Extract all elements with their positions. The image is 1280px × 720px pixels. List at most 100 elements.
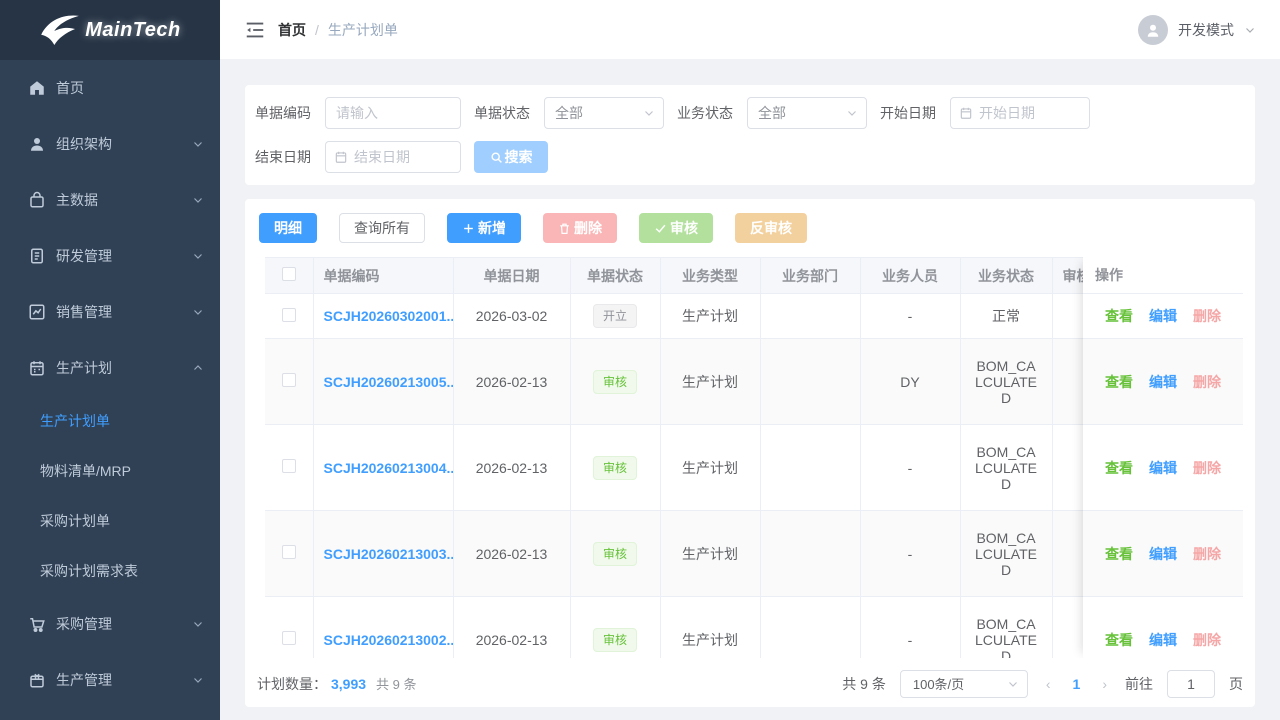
delete-link[interactable]: 删除	[1193, 630, 1221, 650]
sidebar-item-purchasing[interactable]: 采购管理	[0, 596, 220, 652]
cell-biz-person: -	[860, 294, 960, 339]
view-link[interactable]: 查看	[1105, 372, 1133, 392]
row-checkbox[interactable]	[282, 459, 296, 473]
data-table: 单据编码 单据日期 单据状态 业务类型 业务部门 业务人员 业务状态 审核 SC…	[265, 257, 1243, 658]
col-header-biz-person: 业务人员	[860, 258, 960, 294]
cell-biz-person: -	[860, 425, 960, 511]
doc-code-link[interactable]: SCJH20260213004...	[324, 460, 454, 476]
view-link[interactable]: 查看	[1105, 544, 1133, 564]
start-date-input[interactable]: 开始日期	[950, 97, 1090, 129]
page-size-select[interactable]: 100条/页	[900, 670, 1028, 698]
breadcrumb-current: 生产计划单	[328, 20, 398, 40]
end-date-input[interactable]: 结束日期	[325, 141, 461, 173]
page-number-1[interactable]: 1	[1069, 676, 1085, 692]
row-checkbox[interactable]	[282, 308, 296, 322]
view-link[interactable]: 查看	[1105, 306, 1133, 326]
goto-label: 前往	[1125, 674, 1153, 694]
cart-icon	[28, 615, 46, 633]
cell-biz-type: 生产计划	[660, 294, 760, 339]
chevron-down-icon	[643, 107, 655, 119]
unaudit-button[interactable]: 反审核	[735, 213, 807, 243]
row-checkbox[interactable]	[282, 631, 296, 645]
sidebar-item-org[interactable]: 组织架构	[0, 116, 220, 172]
edit-link[interactable]: 编辑	[1149, 630, 1177, 650]
sidebar-item-rnd[interactable]: 研发管理	[0, 228, 220, 284]
view-link[interactable]: 查看	[1105, 458, 1133, 478]
col-header-actions: 操作	[1083, 257, 1243, 294]
prev-page-button[interactable]: ‹	[1042, 676, 1055, 692]
edit-link[interactable]: 编辑	[1149, 458, 1177, 478]
user-menu[interactable]: 开发模式	[1138, 15, 1256, 45]
search-button[interactable]: 搜索	[474, 141, 548, 173]
doc-code-link[interactable]: SCJH20260213003...	[324, 546, 454, 562]
avatar	[1138, 15, 1168, 45]
edit-link[interactable]: 编辑	[1149, 372, 1177, 392]
delete-link[interactable]: 删除	[1193, 458, 1221, 478]
end-date-label: 结束日期	[255, 147, 315, 167]
chevron-down-icon	[192, 250, 204, 262]
delete-button[interactable]: 删除	[543, 213, 617, 243]
col-header-biz-dept: 业务部门	[760, 258, 860, 294]
sidebar-subitem-purchase-plan-doc[interactable]: 采购计划单	[0, 496, 220, 546]
edit-link[interactable]: 编辑	[1149, 306, 1177, 326]
sidebar-item-sales[interactable]: 销售管理	[0, 284, 220, 340]
home-icon	[28, 79, 46, 97]
row-actions: 查看 编辑 删除	[1083, 511, 1243, 597]
delete-link[interactable]: 删除	[1193, 372, 1221, 392]
audit-button[interactable]: 审核	[639, 213, 713, 243]
doc-status-select[interactable]: 全部	[544, 97, 664, 129]
select-all-checkbox[interactable]	[282, 267, 296, 281]
view-link[interactable]: 查看	[1105, 630, 1133, 650]
cell-doc-date: 2026-02-13	[453, 425, 570, 511]
delete-link[interactable]: 删除	[1193, 306, 1221, 326]
app-logo: MainTech	[0, 0, 220, 60]
fold-menu-icon[interactable]	[244, 19, 266, 41]
sidebar-item-production-mgmt[interactable]: 生产管理	[0, 652, 220, 708]
cell-doc-date: 2026-02-13	[453, 339, 570, 425]
app-logo-text: MainTech	[85, 19, 181, 42]
doc-code-link[interactable]: SCJH20260213005...	[324, 374, 454, 390]
cell-biz-dept	[760, 294, 860, 339]
sidebar-subitem-bom-mrp[interactable]: 物料清单/MRP	[0, 446, 220, 496]
cell-biz-status: BOM_CALCULATED	[960, 597, 1052, 659]
cell-biz-type: 生产计划	[660, 511, 760, 597]
edit-link[interactable]: 编辑	[1149, 544, 1177, 564]
row-actions: 查看 编辑 删除	[1083, 425, 1243, 511]
sidebar-subitem-purchase-plan-demand[interactable]: 采购计划需求表	[0, 546, 220, 596]
chevron-up-icon	[192, 362, 204, 374]
table-footer: 计划数量： 3,993 共 9 条 共 9 条 100条/页 ‹ 1 › 前往 …	[245, 660, 1255, 707]
cell-doc-date: 2026-02-13	[453, 597, 570, 659]
doc-status-tag: 开立	[593, 304, 637, 328]
sidebar-item-label: 销售管理	[56, 302, 112, 322]
biz-status-select[interactable]: 全部	[747, 97, 867, 129]
doc-code-link[interactable]: SCJH20260213002...	[324, 632, 454, 648]
row-checkbox[interactable]	[282, 373, 296, 387]
doc-code-input[interactable]	[325, 97, 461, 129]
sidebar-item-production-plan[interactable]: 生产计划	[0, 340, 220, 396]
next-page-button[interactable]: ›	[1098, 676, 1111, 692]
doc-code-link[interactable]: SCJH20260302001...	[324, 308, 454, 324]
box-icon	[28, 671, 46, 689]
sidebar-item-label: 首页	[56, 78, 84, 98]
header-checkbox-cell	[265, 258, 313, 294]
avatar-icon	[1144, 21, 1162, 39]
delete-link[interactable]: 删除	[1193, 544, 1221, 564]
chart-icon	[28, 303, 46, 321]
row-actions: 查看 编辑 删除	[1083, 339, 1243, 425]
breadcrumb: 首页 / 生产计划单	[278, 20, 398, 40]
sidebar-subitem-production-plan-doc[interactable]: 生产计划单	[0, 396, 220, 446]
add-button[interactable]: 新增	[447, 213, 521, 243]
sidebar-item-home[interactable]: 首页	[0, 60, 220, 116]
plus-icon	[462, 222, 475, 235]
goto-page-input[interactable]	[1167, 670, 1215, 698]
doc-status-tag: 审核	[593, 370, 637, 394]
sidebar-item-master-data[interactable]: 主数据	[0, 172, 220, 228]
user-mode-label: 开发模式	[1178, 20, 1234, 40]
breadcrumb-home[interactable]: 首页	[278, 20, 306, 40]
row-checkbox[interactable]	[282, 545, 296, 559]
calendar-icon	[334, 150, 348, 164]
query-all-button[interactable]: 查询所有	[339, 213, 425, 243]
table-panel: 明细 查询所有 新增 删除 审核 反审核	[245, 199, 1255, 707]
detail-button[interactable]: 明细	[259, 213, 317, 243]
cell-biz-dept	[760, 511, 860, 597]
